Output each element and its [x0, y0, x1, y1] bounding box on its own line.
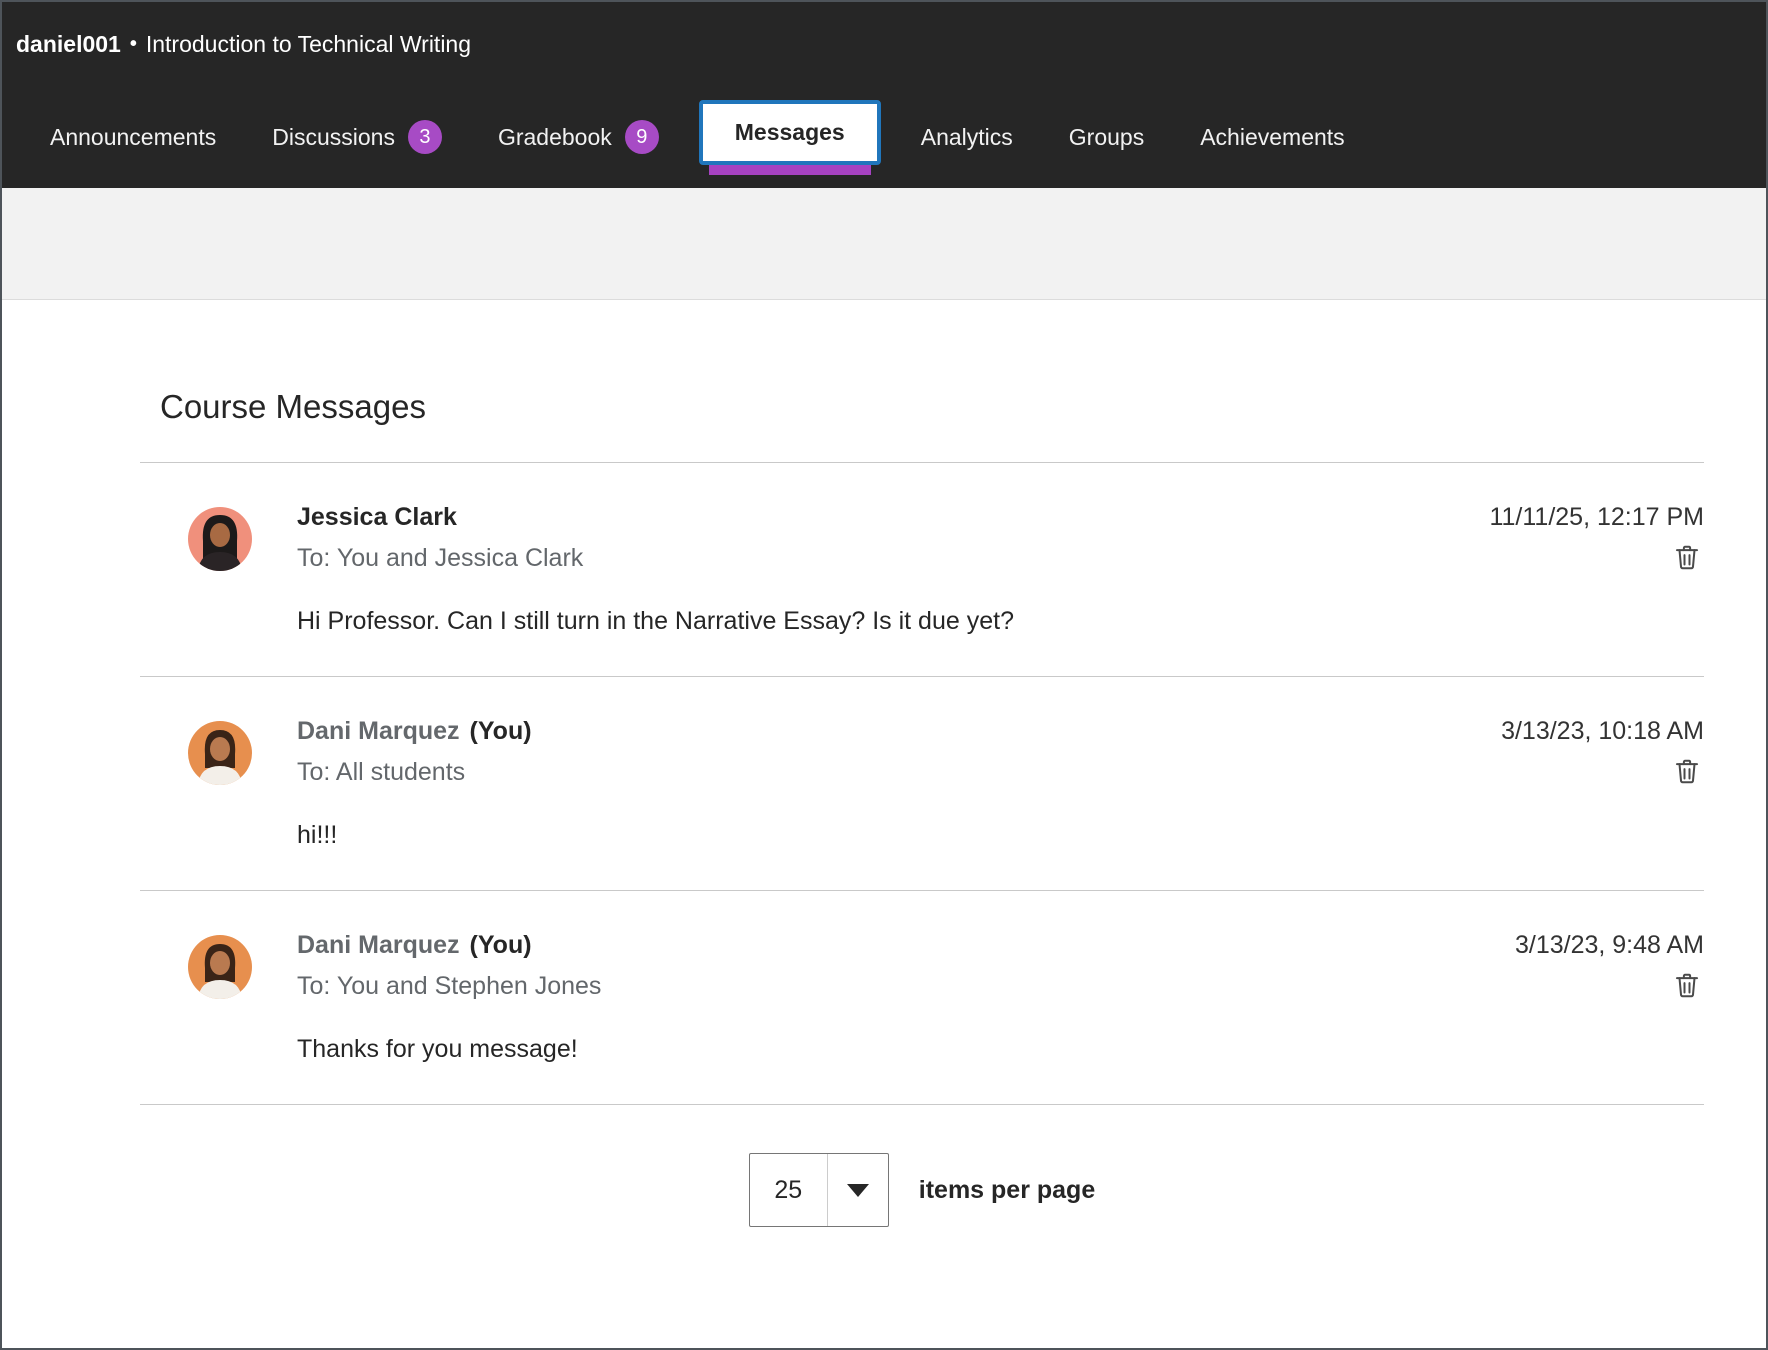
sub-nav-spacer	[2, 188, 1766, 300]
delete-message-button[interactable]	[1672, 540, 1704, 574]
nav-gradebook-label: Gradebook	[498, 124, 612, 151]
message-row[interactable]: Jessica Clark To: You and Jessica Clark …	[140, 463, 1704, 677]
nav-achievements-label: Achievements	[1200, 124, 1344, 151]
username: daniel001	[16, 31, 121, 58]
nav-groups-label: Groups	[1069, 124, 1144, 151]
active-tab-underline	[709, 165, 871, 175]
avatar	[188, 507, 252, 571]
discussions-count-badge: 3	[408, 120, 442, 154]
delete-message-button[interactable]	[1672, 754, 1704, 788]
message-meta: 11/11/25, 12:17 PM	[1459, 503, 1704, 574]
nav-analytics-label: Analytics	[921, 124, 1013, 151]
course-header-bar: daniel001 • Introduction to Technical Wr…	[2, 2, 1766, 86]
message-preview: hi!!!	[297, 821, 1471, 850]
nav-discussions-label: Discussions	[272, 124, 395, 151]
delete-message-button[interactable]	[1672, 968, 1704, 1002]
title-separator: •	[130, 33, 137, 56]
sender-suffix: (You)	[470, 717, 532, 746]
nav-groups[interactable]: Groups	[1041, 86, 1172, 188]
course-messages-page: daniel001 • Introduction to Technical Wr…	[0, 0, 1768, 1350]
recipients: To: You and Stephen Jones	[297, 972, 1485, 1001]
caret-down-icon	[828, 1154, 888, 1226]
nav-analytics[interactable]: Analytics	[893, 86, 1041, 188]
recipients: To: All students	[297, 758, 1471, 787]
items-per-page-label: items per page	[919, 1176, 1095, 1205]
recipients: To: You and Jessica Clark	[297, 544, 1459, 573]
nav-achievements[interactable]: Achievements	[1172, 86, 1372, 188]
timestamp: 3/13/23, 10:18 AM	[1501, 717, 1704, 746]
trash-icon	[1672, 755, 1702, 787]
trash-icon	[1672, 969, 1702, 1001]
message-row[interactable]: Dani Marquez (You) To: You and Stephen J…	[140, 891, 1704, 1105]
pagination: 25 items per page	[140, 1153, 1704, 1227]
items-per-page-value: 25	[750, 1154, 828, 1226]
course-title: Introduction to Technical Writing	[146, 31, 471, 58]
sender-line: Dani Marquez (You)	[297, 931, 1485, 960]
message-body: Dani Marquez (You) To: You and Stephen J…	[297, 931, 1485, 1064]
timestamp: 3/13/23, 9:48 AM	[1515, 931, 1704, 960]
sender-name: Dani Marquez	[297, 717, 460, 746]
nav-messages-label: Messages	[699, 100, 881, 165]
message-row[interactable]: Dani Marquez (You) To: All students hi!!…	[140, 677, 1704, 891]
message-meta: 3/13/23, 10:18 AM	[1471, 717, 1704, 788]
page-title: Course Messages	[160, 388, 1704, 426]
sender-line: Jessica Clark	[297, 503, 1459, 532]
sender-name: Dani Marquez	[297, 931, 460, 960]
gradebook-count-badge: 9	[625, 120, 659, 154]
course-nav: Announcements Discussions 3 Gradebook 9 …	[2, 86, 1766, 188]
nav-announcements-label: Announcements	[50, 124, 216, 151]
sender-name: Jessica Clark	[297, 503, 457, 532]
message-meta: 3/13/23, 9:48 AM	[1485, 931, 1704, 1002]
nav-announcements[interactable]: Announcements	[22, 86, 244, 188]
message-preview: Hi Professor. Can I still turn in the Na…	[297, 607, 1459, 636]
message-preview: Thanks for you message!	[297, 1035, 1485, 1064]
main-content: Course Messages	[2, 300, 1766, 1348]
sender-line: Dani Marquez (You)	[297, 717, 1471, 746]
trash-icon	[1672, 541, 1702, 573]
message-body: Jessica Clark To: You and Jessica Clark …	[297, 503, 1459, 636]
nav-messages[interactable]: Messages	[699, 100, 881, 175]
nav-discussions[interactable]: Discussions 3	[244, 86, 470, 188]
nav-gradebook[interactable]: Gradebook 9	[470, 86, 687, 188]
avatar	[188, 935, 252, 999]
timestamp: 11/11/25, 12:17 PM	[1489, 503, 1704, 532]
message-list: Jessica Clark To: You and Jessica Clark …	[140, 462, 1704, 1105]
avatar	[188, 721, 252, 785]
items-per-page-select[interactable]: 25	[749, 1153, 889, 1227]
sender-suffix: (You)	[470, 931, 532, 960]
message-body: Dani Marquez (You) To: All students hi!!…	[297, 717, 1471, 850]
